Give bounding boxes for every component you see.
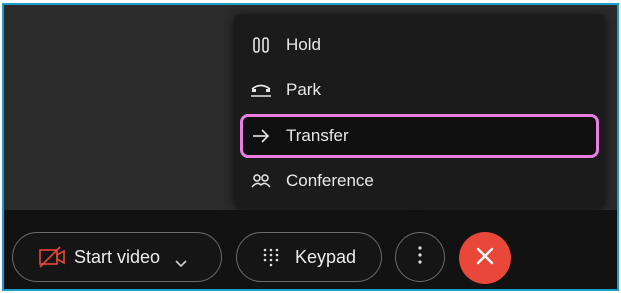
call-window: Hold Park Transfer Conference Start vide… [2, 3, 619, 291]
chevron-down-icon[interactable] [174, 252, 188, 268]
menu-item-conference[interactable]: Conference [240, 162, 599, 200]
hold-icon [250, 34, 272, 56]
more-vertical-icon [417, 245, 423, 270]
more-options-button[interactable] [395, 232, 445, 282]
keypad-label: Keypad [295, 246, 357, 267]
end-call-button[interactable] [459, 232, 511, 284]
keypad-button[interactable]: Keypad [236, 232, 382, 282]
menu-item-hold[interactable]: Hold [240, 26, 599, 64]
keypad-icon [261, 247, 281, 267]
start-video-button[interactable]: Start video [12, 232, 222, 282]
menu-item-label: Conference [286, 171, 374, 190]
more-options-menu: Hold Park Transfer Conference [234, 14, 605, 207]
park-icon [250, 79, 272, 101]
conference-icon [250, 170, 272, 192]
menu-item-label: Park [286, 80, 321, 99]
start-video-label: Start video [74, 246, 161, 267]
menu-item-park[interactable]: Park [240, 71, 599, 109]
arrow-right-icon [250, 125, 272, 147]
menu-item-label: Hold [286, 35, 321, 54]
close-icon [475, 246, 495, 271]
call-control-bar: Start video Keypad [4, 210, 617, 289]
menu-item-label: Transfer [286, 126, 349, 145]
menu-item-transfer[interactable]: Transfer [240, 114, 599, 158]
video-off-icon [39, 246, 65, 268]
